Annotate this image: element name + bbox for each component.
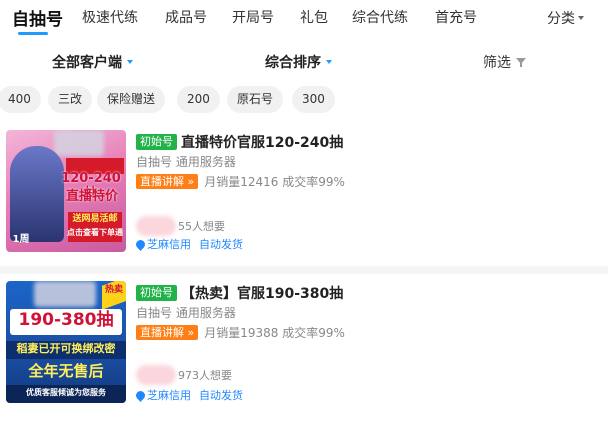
chevron-down-icon <box>127 60 133 64</box>
listing-title-row: 初始号 直播特价官服120-240抽 <box>136 132 343 152</box>
tab-libao[interactable]: 礼包 <box>300 7 328 27</box>
chip-baoxianzengsong[interactable]: 保险赠送 <box>97 86 166 113</box>
chip-sangai[interactable]: 三改 <box>48 86 93 113</box>
client-dropdown[interactable]: 全部客户端 <box>52 52 133 72</box>
want-count: 973人想要 <box>178 369 232 382</box>
auto-delivery-label: 自动发货 <box>199 389 243 402</box>
listing-card[interactable]: 热卖 190-380抽 稻妻已开可换绑改密 全年无售后 优质客服倾诚为您服务 初… <box>0 281 608 411</box>
live-explain-tag[interactable]: 直播讲解 » <box>136 325 199 340</box>
sesame-credit-label: 芝麻信用 <box>147 389 191 402</box>
sesame-credit-label: 芝麻信用 <box>147 238 191 251</box>
listing-divider <box>0 266 608 274</box>
listing-thumbnail: 热卖 190-380抽 稻妻已开可换绑改密 全年无售后 优质客服倾诚为您服务 <box>6 281 126 403</box>
chevron-down-icon <box>578 16 584 20</box>
chip-400[interactable]: 400 <box>0 86 41 113</box>
category-tabs: 自抽号 极速代练 成品号 开局号 礼包 综合代练 首充号 分类 <box>0 0 608 38</box>
thumb-service-text: 优质客服倾诚为您服务 <box>26 388 106 397</box>
listing-thumbnail: 120-240抽 直播特价 送网易活邮 点击查看下单通 1周 <box>6 130 126 252</box>
monthly-sales: 月销量19388 成交率99% <box>204 326 345 340</box>
monthly-sales: 月销量12416 成交率99% <box>204 175 345 189</box>
service-row: 芝麻信用 自动发货 <box>134 387 243 403</box>
service-row: 芝麻信用 自动发货 <box>134 236 243 252</box>
thumb-draws-text: 190-380抽 <box>18 310 114 330</box>
funnel-icon <box>516 57 526 67</box>
price-want-row: 55人想要 <box>136 216 225 236</box>
listing-card[interactable]: 120-240抽 直播特价 送网易活邮 点击查看下单通 1周 初始号 直播特价官… <box>0 130 608 260</box>
tab-zonghedailian[interactable]: 综合代练 <box>352 7 408 27</box>
sort-dropdown[interactable]: 综合排序 <box>265 52 332 72</box>
account-type-tag: 初始号 <box>136 285 177 301</box>
filter-bar: 全部客户端 综合排序 筛选 <box>0 40 608 82</box>
blurred-region <box>34 281 96 307</box>
filter-label: 筛选 <box>483 55 511 71</box>
sesame-credit-icon <box>134 388 147 402</box>
category-menu-button[interactable]: 分类 <box>547 8 584 28</box>
tab-shouchonghao[interactable]: 首充号 <box>435 7 477 27</box>
category-label: 分类 <box>547 11 575 27</box>
active-tab-indicator <box>18 32 48 35</box>
sesame-credit-badge: 芝麻信用 <box>134 236 191 252</box>
sesame-credit-badge: 芝麻信用 <box>134 387 191 403</box>
thumb-corner-text: 1周 <box>12 234 30 245</box>
tab-chengpinhao[interactable]: 成品号 <box>165 7 207 27</box>
thumb-bind-text: 稻妻已开可换绑改密 <box>16 342 116 355</box>
thumb-promo-text: 直播特价 <box>65 189 118 204</box>
filter-button[interactable]: 筛选 <box>483 52 526 72</box>
thumb-detail-text: 点击查看下单通 <box>67 228 123 237</box>
tab-kaijuhao[interactable]: 开局号 <box>232 7 274 27</box>
want-count: 55人想要 <box>178 220 225 233</box>
tab-jisudailian[interactable]: 极速代练 <box>82 7 138 27</box>
thumb-corner-text: 热卖 <box>104 285 123 295</box>
listing-stats-row: 直播讲解 » 月销量12416 成交率99% <box>136 173 345 190</box>
tab-zichouhao[interactable]: 自抽号 <box>12 5 63 30</box>
listing-subtitle: 自抽号 通用服务器 <box>136 306 236 320</box>
thumb-gift-text: 送网易活邮 <box>72 214 118 224</box>
chip-200[interactable]: 200 <box>177 86 220 113</box>
blurred-region <box>54 130 104 156</box>
account-type-tag: 初始号 <box>136 134 177 150</box>
chevron-down-icon <box>326 60 332 64</box>
listing-title: 直播特价官服120-240抽 <box>181 135 344 151</box>
sesame-credit-icon <box>134 237 147 251</box>
sort-label: 综合排序 <box>265 55 321 71</box>
auto-delivery-label: 自动发货 <box>199 238 243 251</box>
blurred-price <box>136 216 176 236</box>
client-label: 全部客户端 <box>52 55 122 71</box>
listing-title-row: 初始号 【热卖】官服190-380抽 <box>136 283 343 303</box>
blurred-price <box>136 365 176 385</box>
chip-300[interactable]: 300 <box>292 86 335 113</box>
live-explain-tag[interactable]: 直播讲解 » <box>136 174 199 189</box>
quick-filter-chips: 400 三改 保险赠送 200 原石号 300 <box>0 86 608 114</box>
listing-subtitle: 自抽号 通用服务器 <box>136 155 236 169</box>
thumb-warranty-text: 全年无售后 <box>28 362 104 380</box>
listing-title: 【热卖】官服190-380抽 <box>181 286 344 302</box>
price-want-row: 973人想要 <box>136 365 232 385</box>
listing-stats-row: 直播讲解 » 月销量19388 成交率99% <box>136 324 345 341</box>
chip-yuanshihao[interactable]: 原石号 <box>227 86 284 113</box>
